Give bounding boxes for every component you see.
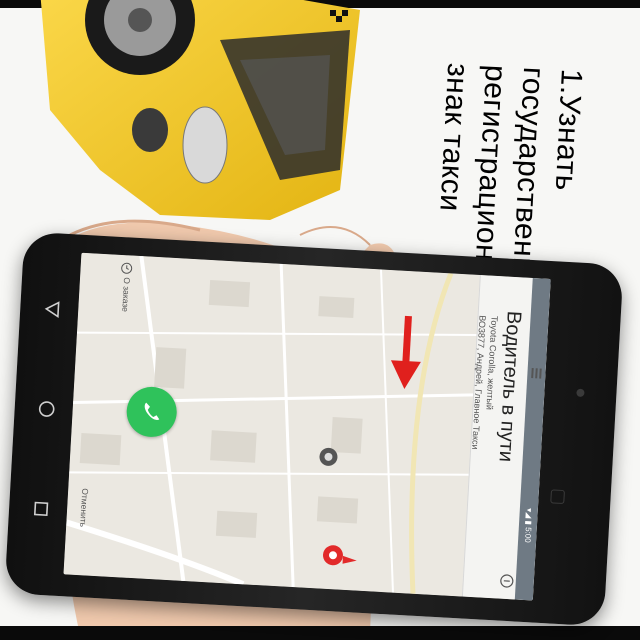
options-icon[interactable]: [498, 573, 515, 590]
taxi-car-image: [40, 0, 360, 220]
square-recents-icon: [33, 501, 49, 517]
order-info-button[interactable]: [120, 261, 133, 274]
phone-screen: О заказе Отменить Водитель в пути Toyota…: [63, 252, 551, 601]
order-link[interactable]: О заказе: [120, 277, 132, 312]
sensor: [550, 489, 565, 505]
recents-button[interactable]: [30, 497, 53, 520]
triangle-back-icon: [44, 301, 60, 318]
hamburger-menu-icon[interactable]: [529, 366, 544, 381]
home-button[interactable]: [35, 397, 58, 420]
front-camera: [576, 388, 585, 398]
circle-home-icon: [38, 401, 55, 417]
smartphone: О заказе Отменить Водитель в пути Toyota…: [4, 231, 624, 627]
phone-icon: [144, 402, 160, 420]
bottom-border: [0, 626, 640, 640]
red-arrow: [402, 315, 412, 367]
driver-panel: Водитель в пути Toyota Corolla, желтый В…: [461, 275, 551, 601]
back-button[interactable]: [41, 298, 64, 321]
clock-icon: [121, 262, 133, 274]
status-icons: ▾◢ ▮ 5:00: [522, 507, 534, 543]
